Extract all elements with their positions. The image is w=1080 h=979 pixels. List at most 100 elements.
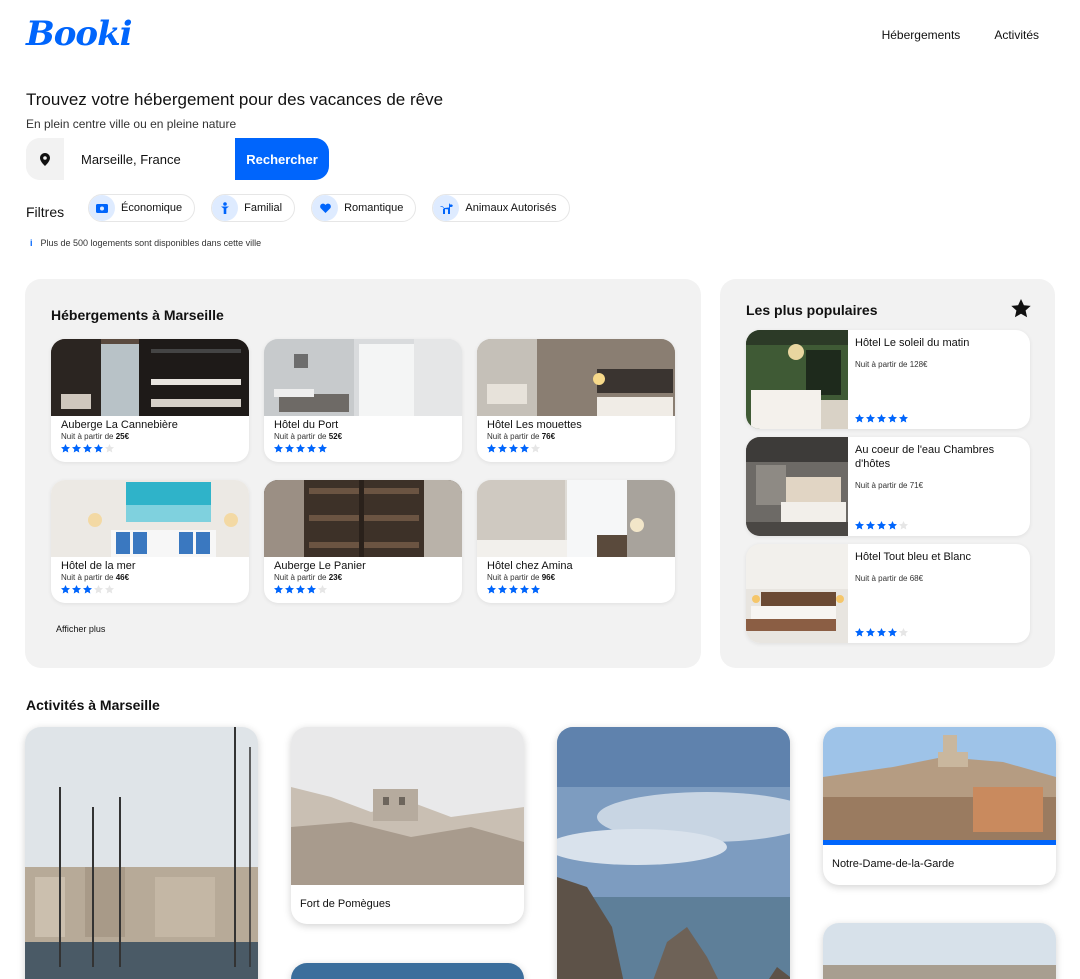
accommodation-price: Nuit à partir de 46€ [61, 573, 130, 582]
popular-card[interactable]: Hôtel Tout bleu et Blanc Nuit à partir d… [746, 544, 1030, 643]
accommodations-title: Hébergements à Marseille [51, 307, 224, 323]
star-filled-icon [877, 521, 886, 530]
availability-text: Plus de 500 logements sont disponibles d… [40, 238, 262, 248]
activity-card[interactable] [557, 727, 790, 979]
star-filled-icon [877, 628, 886, 637]
star-filled-icon [487, 585, 496, 594]
star-filled-icon [83, 444, 92, 453]
star-filled-icon [94, 444, 103, 453]
activity-card[interactable]: Notre-Dame-de-la-Garde [823, 727, 1056, 885]
rating-stars [264, 582, 462, 594]
star-empty-icon [899, 628, 908, 637]
activity-name: Fort de Pomègues [300, 898, 391, 910]
popular-card[interactable]: Au coeur de l'eau Chambres d'hôtes Nuit … [746, 437, 1030, 536]
popular-card[interactable]: Hôtel Le soleil du matin Nuit à partir d… [746, 330, 1030, 429]
accommodation-name: Auberge La Cannebière [61, 419, 178, 431]
popular-title: Les plus populaires [746, 302, 878, 318]
search-button[interactable]: Rechercher [235, 138, 329, 180]
accommodations-panel: Hébergements à Marseille Auberge La Cann… [25, 279, 701, 668]
accommodation-photo [477, 480, 675, 557]
popular-name: Au coeur de l'eau Chambres d'hôtes [855, 444, 995, 470]
accommodation-grid: Auberge La Cannebière Nuit à partir de 2… [51, 339, 675, 603]
star-filled-icon [307, 444, 316, 453]
star-filled-icon [520, 444, 529, 453]
star-filled-icon [509, 585, 518, 594]
filter-familial[interactable]: Familial [211, 194, 296, 222]
accommodation-price: Nuit à partir de 96€ [487, 573, 556, 582]
logo[interactable]: Booki [26, 14, 133, 54]
star-filled-icon [285, 585, 294, 594]
star-filled-icon [855, 414, 864, 423]
star-filled-icon [61, 585, 70, 594]
accommodation-card[interactable]: Hôtel de la mer Nuit à partir de 46€ [51, 480, 249, 603]
star-filled-icon [531, 585, 540, 594]
star-empty-icon [105, 444, 114, 453]
accommodation-price: Nuit à partir de 76€ [487, 432, 556, 441]
accommodation-name: Hôtel Les mouettes [487, 419, 582, 431]
star-filled-icon [274, 444, 283, 453]
availability-info: i Plus de 500 logements sont disponibles… [30, 238, 261, 248]
filter-economique[interactable]: Économique [88, 194, 196, 222]
nav-link-activites[interactable]: Activités [994, 28, 1039, 42]
activity-card[interactable] [823, 923, 1056, 979]
star-empty-icon [531, 444, 540, 453]
filter-label: Animaux Autorisés [465, 202, 557, 214]
star-filled-icon [866, 414, 875, 423]
accommodation-price: Nuit à partir de 23€ [274, 573, 343, 582]
star-filled-icon [72, 444, 81, 453]
accommodation-photo [51, 480, 249, 557]
activity-card[interactable]: Fort de Pomègues [291, 727, 524, 924]
hero-title: Trouvez votre hébergement pour des vacan… [26, 90, 444, 109]
filter-romantique[interactable]: Romantique [311, 194, 417, 222]
popular-price: Nuit à partir de 71€ [855, 481, 924, 490]
star-filled-icon [487, 444, 496, 453]
accommodation-card[interactable]: Auberge Le Panier Nuit à partir de 23€ [264, 480, 462, 603]
star-filled-icon [83, 585, 92, 594]
star-filled-icon [855, 628, 864, 637]
child-icon [212, 195, 239, 221]
accommodation-photo [264, 480, 462, 557]
search-bar: Marseille, France Rechercher [26, 138, 329, 180]
accommodation-card[interactable]: Hôtel chez Amina Nuit à partir de 96€ [477, 480, 675, 603]
show-more-link[interactable]: Afficher plus [56, 624, 105, 634]
star-filled-icon [888, 628, 897, 637]
star-filled-icon [520, 585, 529, 594]
nav-link-hebergements[interactable]: Hébergements [882, 28, 961, 42]
activity-photo-fort [291, 727, 524, 885]
activities-title: Activités à Marseille [26, 697, 160, 713]
activity-name: Notre-Dame-de-la-Garde [832, 858, 955, 870]
filter-animaux[interactable]: Animaux Autorisés [432, 194, 570, 222]
activity-card[interactable] [291, 963, 524, 979]
activity-card[interactable] [25, 727, 258, 979]
star-filled-icon [498, 585, 507, 594]
star-filled-icon [888, 414, 897, 423]
star-filled-icon [307, 585, 316, 594]
accommodation-name: Auberge Le Panier [274, 560, 366, 572]
activity-photo-sea [291, 963, 524, 979]
accommodation-card[interactable]: Auberge La Cannebière Nuit à partir de 2… [51, 339, 249, 462]
activity-photo-calanques [557, 727, 790, 979]
star-filled-icon [296, 585, 305, 594]
accommodation-card[interactable]: Hôtel Les mouettes Nuit à partir de 76€ [477, 339, 675, 462]
star-filled-icon [72, 585, 81, 594]
money-icon [89, 195, 115, 221]
accommodation-photo [477, 339, 675, 416]
rating-stars [855, 521, 908, 530]
filter-label: Familial [244, 202, 283, 214]
popular-name: Hôtel Tout bleu et Blanc [855, 551, 971, 563]
rating-stars [477, 441, 675, 453]
star-empty-icon [105, 585, 114, 594]
accommodation-name: Hôtel du Port [274, 419, 339, 431]
star-filled-icon [509, 444, 518, 453]
popular-name: Hôtel Le soleil du matin [855, 337, 970, 349]
star-empty-icon [899, 521, 908, 530]
popular-panel: Les plus populaires Hôtel Le soleil du m… [720, 279, 1055, 668]
star-filled-icon [61, 444, 70, 453]
star-empty-icon [318, 585, 327, 594]
popular-photo [746, 437, 848, 536]
filter-label: Économique [121, 202, 183, 214]
star-filled-icon [899, 414, 908, 423]
accommodation-card[interactable]: Hôtel du Port Nuit à partir de 52€ [264, 339, 462, 462]
search-input[interactable]: Marseille, France [64, 138, 235, 180]
star-filled-icon [877, 414, 886, 423]
